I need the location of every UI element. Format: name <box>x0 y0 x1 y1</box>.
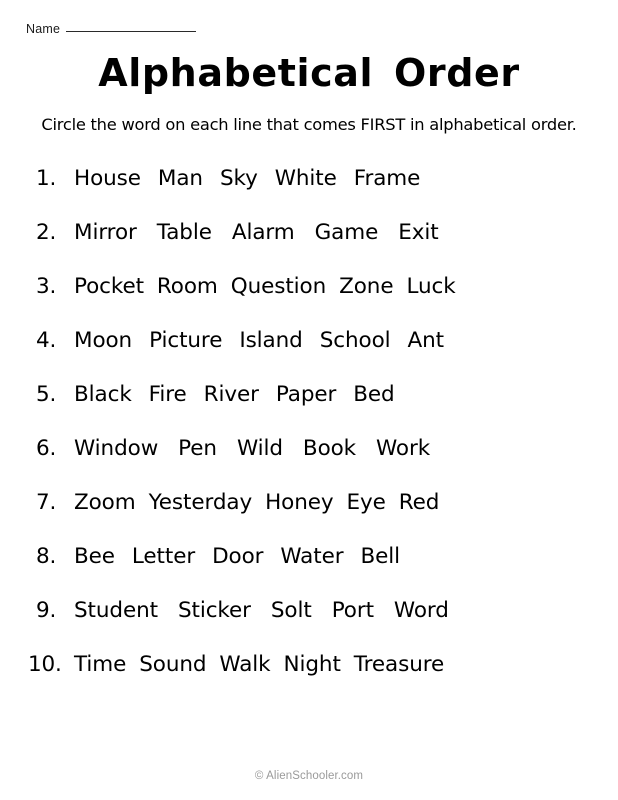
word-choice[interactable]: Zoom <box>74 492 136 514</box>
word-choice[interactable]: School <box>320 330 391 352</box>
word-choice[interactable]: House <box>74 168 141 190</box>
word-choice[interactable]: White <box>275 168 337 190</box>
question-words: Time Sound Walk Night Treasure <box>74 654 444 676</box>
question-row: 10. Time Sound Walk Night Treasure <box>0 638 618 692</box>
word-choice[interactable]: Sound <box>139 654 206 676</box>
question-row: 9. Student Sticker Solt Port Word <box>0 584 618 638</box>
footer-credit: © AlienSchooler.com <box>254 770 364 782</box>
worksheet-page: Name Alphabetical Order Circle the word … <box>0 0 618 800</box>
word-choice[interactable]: Walk <box>219 654 270 676</box>
question-number: 2. <box>36 220 57 246</box>
word-choice[interactable]: Yesterday <box>149 492 253 514</box>
question-words: Zoom Yesterday Honey Eye Red <box>74 492 439 514</box>
question-row: 8. Bee Letter Door Water Bell <box>0 530 618 584</box>
word-choice[interactable]: Pocket <box>74 276 144 298</box>
name-field-label: Name <box>26 22 61 36</box>
word-choice[interactable]: Bee <box>74 546 115 568</box>
word-choice[interactable]: Game <box>315 222 379 244</box>
question-row: 6. Window Pen Wild Book Work <box>0 422 618 476</box>
word-choice[interactable]: Night <box>284 654 341 676</box>
question-words: Mirror Table Alarm Game Exit <box>74 222 439 244</box>
question-row: 7. Zoom Yesterday Honey Eye Red <box>0 476 618 530</box>
word-choice[interactable]: Man <box>158 168 203 190</box>
word-choice[interactable]: Island <box>239 330 302 352</box>
word-choice[interactable]: Picture <box>149 330 222 352</box>
question-number: 10. <box>28 652 62 678</box>
page-title: Alphabetical Order <box>98 51 520 95</box>
question-words: House Man Sky White Frame <box>74 168 420 190</box>
word-choice[interactable]: Luck <box>406 276 455 298</box>
question-number: 6. <box>36 436 57 462</box>
word-choice[interactable]: Black <box>74 384 132 406</box>
question-row: 5. Black Fire River Paper Bed <box>0 368 618 422</box>
word-choice[interactable]: Fire <box>149 384 187 406</box>
instruction-text: Circle the word on each line that comes … <box>41 115 577 134</box>
question-words: Bee Letter Door Water Bell <box>74 546 400 568</box>
word-choice[interactable]: Work <box>376 438 430 460</box>
word-choice[interactable]: Zone <box>339 276 393 298</box>
word-choice[interactable]: Red <box>399 492 440 514</box>
question-number: 1. <box>36 166 57 192</box>
word-choice[interactable]: Solt <box>271 600 312 622</box>
word-choice[interactable]: Port <box>332 600 374 622</box>
question-words: Pocket Room Question Zone Luck <box>74 276 456 298</box>
question-words: Black Fire River Paper Bed <box>74 384 395 406</box>
question-list: 1. House Man Sky White Frame 2. Mirror Table Alar… <box>0 152 618 692</box>
name-field-input[interactable] <box>66 31 197 32</box>
word-choice[interactable]: Pen <box>178 438 217 460</box>
question-number: 3. <box>36 274 57 300</box>
word-choice[interactable]: Eye <box>346 492 385 514</box>
question-words: Moon Picture Island School Ant <box>74 330 444 352</box>
question-row: 2. Mirror Table Alarm Game Exit <box>0 206 618 260</box>
word-choice[interactable]: Letter <box>132 546 195 568</box>
word-choice[interactable]: Bell <box>360 546 400 568</box>
word-choice[interactable]: Wild <box>237 438 283 460</box>
word-choice[interactable]: Student <box>74 600 158 622</box>
question-number: 5. <box>36 382 57 408</box>
word-choice[interactable]: Book <box>303 438 356 460</box>
word-choice[interactable]: Sky <box>220 168 258 190</box>
name-field: Name <box>26 22 197 36</box>
question-row: 4. Moon Picture Island School Ant <box>0 314 618 368</box>
word-choice[interactable]: Alarm <box>232 222 295 244</box>
word-choice[interactable]: Exit <box>398 222 438 244</box>
word-choice[interactable]: Table <box>157 222 212 244</box>
word-choice[interactable]: Water <box>280 546 343 568</box>
word-choice[interactable]: Frame <box>354 168 421 190</box>
word-choice[interactable]: Treasure <box>354 654 444 676</box>
question-number: 7. <box>36 490 57 516</box>
word-choice[interactable]: Word <box>394 600 449 622</box>
question-row: 1. House Man Sky White Frame <box>0 152 618 206</box>
word-choice[interactable]: Window <box>74 438 158 460</box>
word-choice[interactable]: Room <box>157 276 218 298</box>
word-choice[interactable]: Paper <box>276 384 336 406</box>
question-words: Window Pen Wild Book Work <box>74 438 430 460</box>
word-choice[interactable]: Ant <box>408 330 445 352</box>
word-choice[interactable]: Moon <box>74 330 132 352</box>
question-number: 8. <box>36 544 57 570</box>
question-number: 4. <box>36 328 57 354</box>
word-choice[interactable]: Honey <box>265 492 334 514</box>
question-words: Student Sticker Solt Port Word <box>74 600 449 622</box>
word-choice[interactable]: Mirror <box>74 222 137 244</box>
word-choice[interactable]: Time <box>74 654 126 676</box>
word-choice[interactable]: Sticker <box>178 600 251 622</box>
word-choice[interactable]: Bed <box>353 384 394 406</box>
question-row: 3. Pocket Room Question Zone Luck <box>0 260 618 314</box>
word-choice[interactable]: Door <box>212 546 263 568</box>
word-choice[interactable]: River <box>204 384 259 406</box>
word-choice[interactable]: Question <box>231 276 326 298</box>
question-number: 9. <box>36 598 57 624</box>
